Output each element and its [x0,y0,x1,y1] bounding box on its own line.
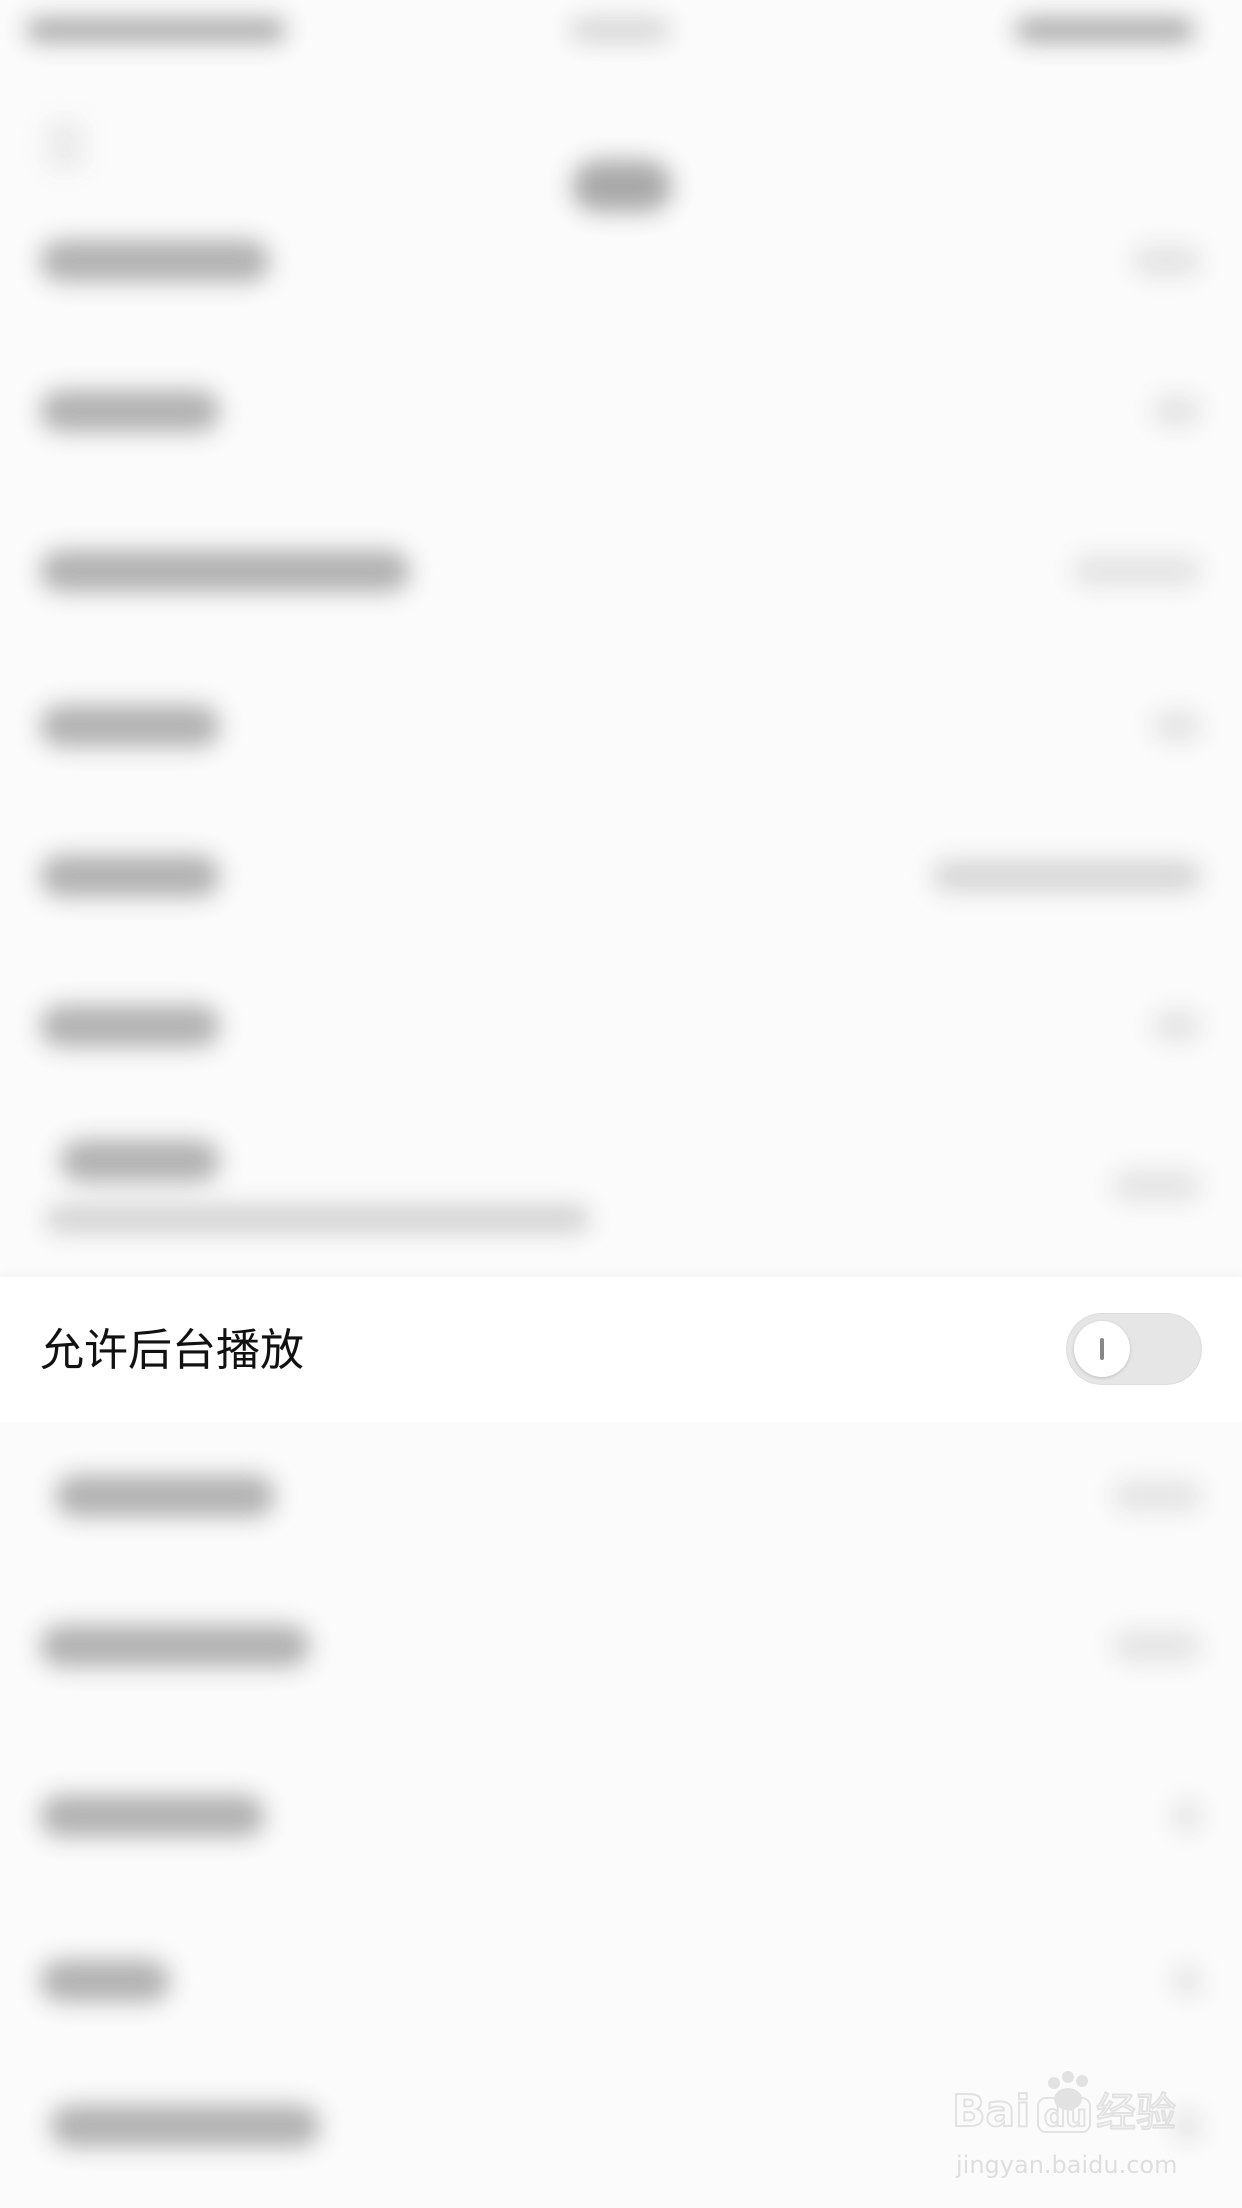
settings-row-blurred[interactable] [0,800,1242,950]
setting-label-blurred [40,1795,265,1837]
setting-value-blurred [1072,555,1202,587]
chevron-right-icon [1172,1800,1202,1832]
settings-row-blurred[interactable] [0,1105,1242,1285]
status-bar-time [570,18,670,42]
setting-label-blurred [40,1625,310,1667]
settings-row-blurred[interactable] [0,185,1242,335]
settings-row-allow-background-playback[interactable]: 允许后台播放 [0,1277,1242,1422]
setting-label-blurred [50,2105,320,2147]
settings-row-blurred[interactable] [0,650,1242,800]
baidu-jingyan-logo: Bai du 经验 [951,2071,1177,2138]
settings-row-blurred[interactable] [0,335,1242,485]
setting-description-blurred [45,1205,590,1233]
chevron-right-icon [1152,395,1202,427]
settings-page: 允许后台播放 Bai du 经验 jingyan.baidu.com [0,0,1242,2208]
background-playback-toggle[interactable] [1066,1313,1202,1385]
svg-text:du: du [1044,2099,1087,2134]
settings-row-blurred[interactable] [0,1905,1242,2055]
blurred-background-content [0,0,1242,2208]
back-icon[interactable] [45,120,85,170]
setting-label-blurred [40,550,410,592]
setting-label-blurred [40,1960,170,2002]
setting-label-blurred [40,390,220,432]
navigation-bar [0,60,1242,212]
settings-row-blurred[interactable] [0,1740,1242,1890]
setting-label-blurred [40,1005,220,1047]
svg-text:经验: 经验 [1096,2090,1176,2136]
svg-text:Bai: Bai [952,2086,1030,2137]
status-bar-right-info [1015,18,1195,42]
setting-label-blurred [55,1475,275,1517]
chevron-right-icon [1132,245,1202,277]
setting-label: 允许后台播放 [40,1325,304,1376]
toggle-knob [1074,1321,1130,1377]
chevron-right-icon [1152,710,1202,742]
status-bar-left-info [26,18,286,42]
toggle-blurred[interactable] [1112,1170,1202,1202]
status-bar [0,0,1242,60]
settings-row-blurred[interactable] [0,495,1242,645]
toggle-off-indicator-icon [1100,1338,1104,1360]
settings-row-blurred[interactable] [0,1420,1242,1570]
chevron-right-icon [1172,1965,1202,1997]
setting-label-blurred [60,1140,220,1182]
toggle-blurred[interactable] [1112,1480,1202,1512]
watermark-url: jingyan.baidu.com [956,2151,1178,2179]
chevron-right-icon [1152,1010,1202,1042]
setting-label-blurred [40,705,220,747]
setting-label-blurred [40,240,270,282]
settings-row-blurred[interactable] [0,950,1242,1100]
setting-value-blurred [932,860,1202,892]
toggle-blurred[interactable] [1112,1630,1202,1662]
settings-row-blurred[interactable] [0,1570,1242,1720]
baidu-jingyan-watermark: Bai du 经验 jingyan.baidu.com [950,2068,1220,2188]
setting-label-blurred [40,855,220,897]
